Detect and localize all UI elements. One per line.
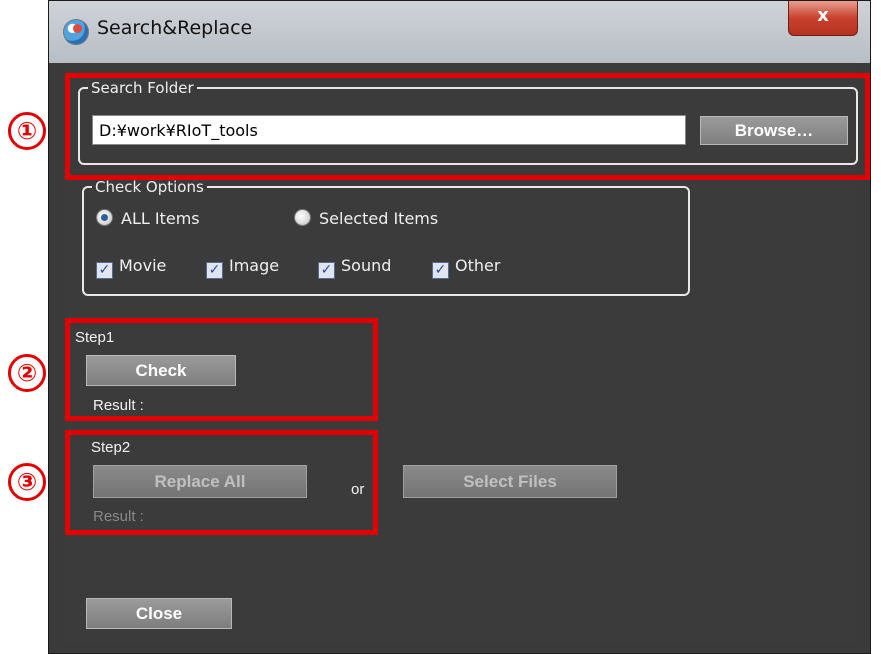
window-close-button[interactable]: x (788, 1, 858, 36)
title-bar[interactable]: Search&Replace x (49, 1, 870, 63)
checkbox-other[interactable]: ✓ Other (432, 256, 500, 279)
checkbox-other-label: Other (455, 256, 501, 275)
globe-icon (63, 19, 89, 45)
annotation-marker-3: ③ (8, 463, 46, 501)
select-files-button[interactable]: Select Files (403, 465, 617, 498)
annotation-box-3 (65, 430, 378, 535)
radio-all-items-label: ALL Items (121, 209, 200, 228)
check-options-group: Check Options ALL Items Selected Items ✓… (82, 178, 690, 296)
checkbox-checked-icon: ✓ (96, 262, 113, 279)
radio-all-items[interactable]: ALL Items (96, 209, 200, 228)
close-button[interactable]: Close (86, 598, 232, 629)
annotation-box-2 (65, 318, 378, 421)
window-title: Search&Replace (97, 17, 253, 39)
checkbox-checked-icon: ✓ (432, 262, 449, 279)
checkbox-movie[interactable]: ✓ Movie (96, 256, 166, 279)
annotation-box-1 (65, 73, 870, 180)
checkbox-checked-icon: ✓ (318, 262, 335, 279)
radio-selected-items[interactable]: Selected Items (294, 209, 438, 228)
checkbox-image-label: Image (229, 256, 280, 275)
radio-selected-icon (96, 209, 113, 226)
radio-selected-items-label: Selected Items (319, 209, 439, 228)
radio-unselected-icon (294, 209, 311, 226)
annotation-marker-1: ① (8, 112, 46, 150)
annotation-marker-2: ② (8, 354, 46, 392)
checkbox-movie-label: Movie (119, 256, 167, 275)
checkbox-sound-label: Sound (341, 256, 392, 275)
checkbox-image[interactable]: ✓ Image (206, 256, 279, 279)
checkbox-sound[interactable]: ✓ Sound (318, 256, 391, 279)
checkbox-checked-icon: ✓ (206, 262, 223, 279)
check-options-legend: Check Options (92, 178, 207, 196)
